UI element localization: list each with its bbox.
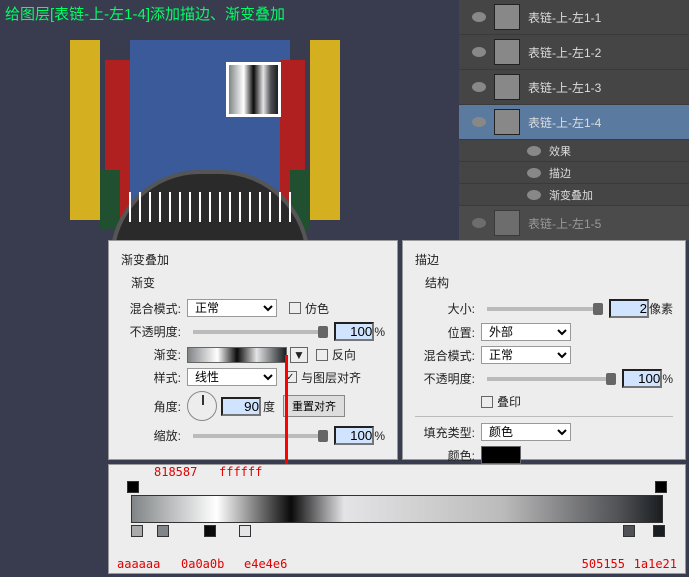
color-stop[interactable] bbox=[623, 525, 635, 537]
selection-box bbox=[226, 62, 281, 117]
layer-row[interactable]: 表链-上-左1-1 bbox=[459, 0, 689, 35]
visibility-icon[interactable] bbox=[472, 117, 486, 127]
stop-hex: 818587 bbox=[154, 465, 197, 479]
layer-thumb bbox=[494, 109, 520, 135]
position-label: 位置: bbox=[415, 324, 475, 341]
color-swatch[interactable] bbox=[481, 446, 521, 464]
blend-label: 混合模式: bbox=[121, 300, 181, 317]
stop-hex: 505155 bbox=[582, 557, 625, 571]
layer-label: 表链-上-左1-3 bbox=[528, 79, 601, 96]
visibility-icon[interactable] bbox=[527, 190, 541, 200]
layer-label: 表链-上-左1-2 bbox=[528, 44, 601, 61]
stop-hex: 1a1e21 bbox=[634, 557, 677, 571]
angle-label: 角度: bbox=[121, 398, 181, 415]
color-stop[interactable] bbox=[131, 525, 143, 537]
opacity-input[interactable] bbox=[334, 322, 374, 341]
scale-label: 缩放: bbox=[121, 427, 181, 444]
layer-row[interactable]: 表链-上-左1-3 bbox=[459, 70, 689, 105]
canvas-preview bbox=[70, 20, 340, 240]
gradient-dropdown[interactable]: ▼ bbox=[290, 347, 308, 363]
opacity-slider[interactable] bbox=[487, 377, 616, 381]
style-select[interactable]: 线性 bbox=[187, 368, 277, 386]
layer-label: 表链-上-左1-4 bbox=[528, 114, 601, 131]
color-stop[interactable] bbox=[239, 525, 251, 537]
layer-thumb bbox=[494, 210, 520, 236]
layer-label: 表链-上-左1-1 bbox=[528, 9, 601, 26]
fx-gradient[interactable]: 渐变叠加 bbox=[459, 184, 689, 206]
fx-header[interactable]: 效果 bbox=[459, 140, 689, 162]
layers-panel: 表链-上-左1-1 表链-上-左1-2 表链-上-左1-3 表链-上-左1-4 … bbox=[459, 0, 689, 241]
reverse-checkbox[interactable] bbox=[316, 349, 328, 361]
panel-subtitle: 渐变 bbox=[131, 274, 385, 291]
layer-row[interactable]: 表链-上-左1-5 bbox=[459, 206, 689, 241]
stop-hex: ffffff bbox=[219, 465, 262, 479]
visibility-icon[interactable] bbox=[527, 168, 541, 178]
stop-hex: aaaaaa bbox=[117, 557, 160, 571]
blend-select[interactable]: 正常 bbox=[187, 299, 277, 317]
style-label: 样式: bbox=[121, 369, 181, 386]
layer-row[interactable]: 表链-上-左1-4 bbox=[459, 105, 689, 140]
visibility-icon[interactable] bbox=[527, 146, 541, 156]
layer-row[interactable]: 表链-上-左1-2 bbox=[459, 35, 689, 70]
panel-subtitle: 结构 bbox=[425, 274, 673, 291]
size-input[interactable] bbox=[609, 299, 649, 318]
opacity-label: 不透明度: bbox=[415, 370, 475, 387]
fx-stroke[interactable]: 描边 bbox=[459, 162, 689, 184]
gradient-preview[interactable] bbox=[187, 347, 287, 363]
angle-input[interactable] bbox=[221, 397, 261, 416]
scale-slider[interactable] bbox=[193, 434, 328, 438]
layer-label: 表链-上-左1-5 bbox=[528, 215, 601, 232]
opacity-stop[interactable] bbox=[127, 481, 139, 493]
filltype-select[interactable]: 颜色 bbox=[481, 423, 571, 441]
color-label: 颜色: bbox=[415, 447, 475, 464]
visibility-icon[interactable] bbox=[472, 218, 486, 228]
scale-input[interactable] bbox=[334, 426, 374, 445]
gradient-bar[interactable] bbox=[131, 495, 663, 523]
opacity-stop[interactable] bbox=[655, 481, 667, 493]
gradient-label: 渐变: bbox=[121, 346, 181, 363]
layer-thumb bbox=[494, 39, 520, 65]
layer-thumb bbox=[494, 4, 520, 30]
stop-hex: 0a0a0b bbox=[181, 557, 224, 571]
layer-thumb bbox=[494, 74, 520, 100]
panel-title: 描边 bbox=[415, 251, 673, 268]
dither-checkbox[interactable] bbox=[289, 302, 301, 314]
color-stop[interactable] bbox=[653, 525, 665, 537]
gradient-editor-panel: 818587 ffffff aaaaaa 0a0a0b e4e4e6 50515… bbox=[108, 464, 686, 574]
size-label: 大小: bbox=[415, 300, 475, 317]
visibility-icon[interactable] bbox=[472, 82, 486, 92]
size-slider[interactable] bbox=[487, 307, 603, 311]
stop-hex: e4e4e6 bbox=[244, 557, 287, 571]
opacity-input[interactable] bbox=[622, 369, 662, 388]
color-stop[interactable] bbox=[157, 525, 169, 537]
visibility-icon[interactable] bbox=[472, 12, 486, 22]
opacity-label: 不透明度: bbox=[121, 323, 181, 340]
visibility-icon[interactable] bbox=[472, 47, 486, 57]
opacity-slider[interactable] bbox=[193, 330, 328, 334]
position-select[interactable]: 外部 bbox=[481, 323, 571, 341]
blend-label: 混合模式: bbox=[415, 347, 475, 364]
panel-title: 渐变叠加 bbox=[121, 251, 385, 268]
color-stop[interactable] bbox=[204, 525, 216, 537]
overprint-checkbox[interactable] bbox=[481, 396, 493, 408]
gradient-overlay-panel: 渐变叠加 渐变 混合模式:正常仿色 不透明度:% 渐变:▼反向 样式:线性与图层… bbox=[108, 240, 398, 460]
angle-dial[interactable] bbox=[187, 391, 217, 421]
filltype-label: 填充类型: bbox=[415, 424, 475, 441]
reset-align-button[interactable]: 重置对齐 bbox=[283, 395, 345, 417]
stroke-panel: 描边 结构 大小:像素 位置:外部 混合模式:正常 不透明度:% 叠印 填充类型… bbox=[402, 240, 686, 460]
blend-select[interactable]: 正常 bbox=[481, 346, 571, 364]
